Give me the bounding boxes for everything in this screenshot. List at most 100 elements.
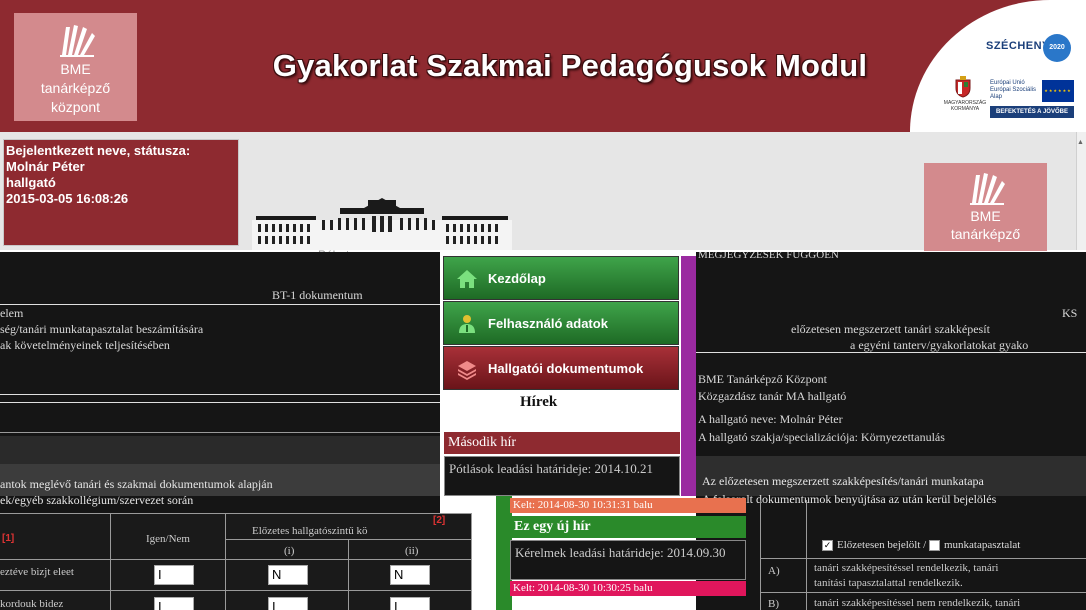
- right-line-4: Közgazdász tanár MA hallgató: [698, 389, 847, 403]
- assessment-table: [1] Igen/Nem Előzetes hallgatószintű kö …: [0, 513, 472, 610]
- yesno-input-2[interactable]: I: [154, 597, 194, 610]
- document-content-right: MEGJEGYZÉSEK FÜGGŐEN KS előzetesen megsz…: [696, 252, 1086, 610]
- szechenyi-year-badge: 2020: [1043, 34, 1071, 62]
- bme-logo[interactable]: BME tanárképző központ: [14, 13, 137, 121]
- prior-b-input-2[interactable]: I: [390, 597, 430, 610]
- menu-item-label: Kezdőlap: [488, 271, 546, 286]
- checkbox-work[interactable]: [928, 539, 940, 551]
- row-b-label: B): [768, 598, 779, 610]
- checkbox-work-label: munkatapasztalat: [943, 539, 1021, 551]
- status-role: hallgató: [6, 175, 56, 190]
- menu-item-label: Felhasználó adatok: [488, 316, 608, 331]
- doc-line-4: antok meglévő tanári és szakmai dokument…: [0, 477, 273, 491]
- right-line-6: A hallgató szakja/specializációja: Körny…: [698, 430, 945, 444]
- news-item-title-1[interactable]: Második hír: [444, 432, 680, 454]
- eu-line-2: Európai Szociális: [990, 87, 1037, 93]
- eu-flag-icon: ★★★★★★: [1042, 80, 1074, 102]
- row-a-text-2: tanítási tapasztalattal rendelkezik.: [814, 577, 963, 589]
- footnote-mark: [1]: [2, 533, 15, 544]
- home-icon: [457, 270, 477, 288]
- layers-icon: [458, 361, 476, 380]
- status-timestamp: 2015-03-05 16:08:26: [6, 191, 129, 206]
- eu-label: Európai Unió Európai Szociális Alap: [990, 80, 1046, 101]
- doc-line-5: ek/egyéb szakkollégium/szervezet során: [0, 493, 194, 507]
- eu-line-3: Alap: [990, 94, 1003, 100]
- table-border: [760, 558, 1086, 559]
- prior-b-input-1[interactable]: N: [390, 565, 430, 585]
- right-line-5: A hallgató neve: Molnár Péter: [698, 412, 843, 426]
- header-banner: BME tanárképző központ Gyakorlat Szakmai…: [0, 0, 1086, 132]
- prior-a-input-1[interactable]: N: [268, 565, 308, 585]
- checkbox-prior-label: Előzetesen bejelölt: [837, 539, 921, 551]
- szechenyi-logo: SZÉCHENYI 2020 MAGYARORSZÁG KORMÁNYA Eur…: [910, 0, 1086, 132]
- right-line-2: a egyéni tanterv/gyakorlatokat gyako: [850, 338, 1029, 352]
- menu-item-label: Hallgatói dokumentumok: [488, 361, 644, 376]
- right-k-mark: KS: [1062, 306, 1078, 320]
- row-label-2: kordouk bidez: [0, 598, 64, 610]
- divider: [0, 432, 440, 433]
- doc-line-1: elem: [0, 306, 24, 320]
- table-border: [0, 513, 472, 514]
- table-border: [760, 500, 761, 610]
- row-a-text-1: tanári szakképesítéssel rendelkezik, tan…: [814, 562, 999, 574]
- band: [0, 436, 440, 464]
- doc-title: BT-1 dokumentum: [272, 288, 363, 302]
- accent-bar: [681, 256, 696, 496]
- row-label-1: eztéve bizjt eleet: [0, 566, 74, 578]
- logo-line-2: tanárképző: [40, 80, 111, 96]
- row-b-text-1: tanári szakképesítéssel nem rendelkezik,…: [814, 597, 1021, 609]
- sub-header-a: (i): [284, 545, 295, 557]
- divider: [0, 402, 440, 403]
- footnote-mark: [2]: [433, 515, 446, 526]
- right-line-7: Az előzetesen megszerzett szakképesítés/…: [702, 474, 984, 488]
- scroll-up-icon[interactable]: ▲: [1077, 139, 1084, 146]
- user-icon: [459, 315, 475, 333]
- bme-logo-secondary[interactable]: BME tanárképző: [924, 163, 1047, 251]
- divider: [0, 304, 440, 305]
- eu-line-1: Európai Unió: [990, 80, 1025, 86]
- menu-item-home[interactable]: Kezdőlap: [443, 256, 679, 300]
- col-header-prior: Előzetes hallgatószintű kö: [252, 525, 368, 537]
- news-item-title-2[interactable]: Ez egy új hír: [510, 516, 746, 538]
- crest-icon: [955, 76, 971, 98]
- col-header-yesno: Igen/Nem: [146, 533, 190, 545]
- menu-item-student-documents[interactable]: Hallgatói dokumentumok: [443, 346, 679, 390]
- table-border: [348, 539, 349, 610]
- scrollbar[interactable]: [1076, 132, 1086, 250]
- right-line-8: A felsorolt dokumentumok benyújtása az u…: [702, 492, 997, 506]
- table-border: [760, 592, 1086, 593]
- logo-line-1: BME: [60, 61, 91, 77]
- news-item-body-2: Kérelmek leadási határideje: 2014.09.30: [510, 540, 746, 580]
- page-title: Gyakorlat Szakmai Pedagógusok Modul: [272, 48, 868, 83]
- menu-item-user-data[interactable]: Felhasználó adatok: [443, 301, 679, 345]
- doc-line-2: ség/tanári munkatapasztalat beszámításár…: [0, 322, 204, 336]
- news-section-title: Hírek: [520, 394, 558, 410]
- logo-line-3: központ: [50, 99, 101, 115]
- logo2-line-2: tanárképző: [950, 226, 1021, 242]
- logo2-line-1: BME: [970, 208, 1001, 224]
- right-line-3: BME Tanárképző Központ: [698, 372, 827, 386]
- building-image: [252, 198, 512, 250]
- right-topline: MEGJEGYZÉSEK FÜGGŐEN: [698, 252, 839, 261]
- checkbox-row: ✓ Előzetesen bejelölt / munkatapasztalat: [822, 539, 1020, 551]
- table-border: [110, 513, 111, 610]
- checkbox-prior[interactable]: ✓: [822, 539, 833, 551]
- table-border: [225, 513, 226, 610]
- news-item-date-1: Kelt: 2014-08-30 10:31:31 balu: [510, 498, 746, 513]
- user-status-box: Bejelentkezett neve, státusza: Molnár Pé…: [3, 139, 239, 246]
- books-icon: [59, 25, 95, 57]
- news-item-body-1: Pótlások leadási határideje: 2014.10.21: [444, 456, 680, 496]
- news-item-date-2: Kelt: 2014-08-30 10:30:25 balu: [510, 581, 746, 596]
- status-label: Bejelentkezett neve, státusza:: [6, 143, 191, 158]
- government-label: MAGYARORSZÁG KORMÁNYA: [943, 100, 987, 112]
- status-name: Molnár Péter: [6, 159, 85, 174]
- prior-a-input-2[interactable]: I: [268, 597, 308, 610]
- table-border: [0, 559, 472, 560]
- divider: [0, 394, 440, 395]
- right-line-1: előzetesen megszerzett tanári szakképesí…: [791, 322, 990, 336]
- yesno-input-1[interactable]: I: [154, 565, 194, 585]
- divider: [696, 352, 1086, 353]
- row-a-label: A): [768, 565, 780, 577]
- slogan-bar: BEFEKTETÉS A JÖVŐBE: [990, 106, 1074, 118]
- table-border: [806, 500, 807, 610]
